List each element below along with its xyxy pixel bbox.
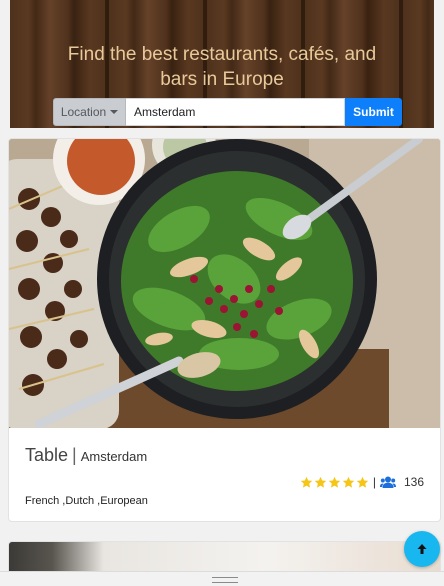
arrow-up-icon xyxy=(417,544,427,554)
restaurant-name[interactable]: Table xyxy=(25,445,68,465)
search-form: Location Submit xyxy=(53,98,402,126)
star-icon xyxy=(300,476,313,488)
caret-down-icon xyxy=(110,110,119,114)
cuisine-list: French ,Dutch ,European xyxy=(25,495,148,507)
review-count: 136 xyxy=(403,475,424,489)
submit-button[interactable]: Submit xyxy=(345,98,402,126)
drag-handle-icon[interactable] xyxy=(212,577,238,583)
bottom-drag-bar[interactable] xyxy=(0,571,444,586)
star-rating xyxy=(300,476,369,489)
restaurant-photo[interactable] xyxy=(9,139,440,428)
salad-bowl-image xyxy=(9,139,440,428)
star-icon xyxy=(328,476,341,488)
location-dropdown-label: Location xyxy=(60,105,107,119)
star-icon xyxy=(314,476,327,488)
scroll-to-top-button[interactable] xyxy=(404,531,440,567)
location-input[interactable] xyxy=(126,98,345,126)
rating-separator: | xyxy=(372,475,376,489)
restaurant-heading: Table | Amsterdam xyxy=(25,445,424,466)
location-dropdown-button[interactable]: Location xyxy=(53,98,126,126)
heading-separator: | xyxy=(72,445,77,465)
restaurant-info: Table | Amsterdam | 136 French ,Dutch ,Eur… xyxy=(25,445,424,507)
restaurant-city: Amsterdam xyxy=(80,449,148,464)
users-icon xyxy=(379,476,396,488)
restaurant-card[interactable]: Table | Amsterdam | 136 French ,Dutch ,Eur… xyxy=(8,138,441,522)
hero-title: Find the best restaurants, cafés, and ba… xyxy=(67,44,377,90)
hero-banner: Find the best restaurants, cafés, and ba… xyxy=(10,0,434,128)
rating-row: | 136 xyxy=(300,475,424,489)
star-icon xyxy=(342,476,355,488)
star-icon xyxy=(356,476,369,488)
